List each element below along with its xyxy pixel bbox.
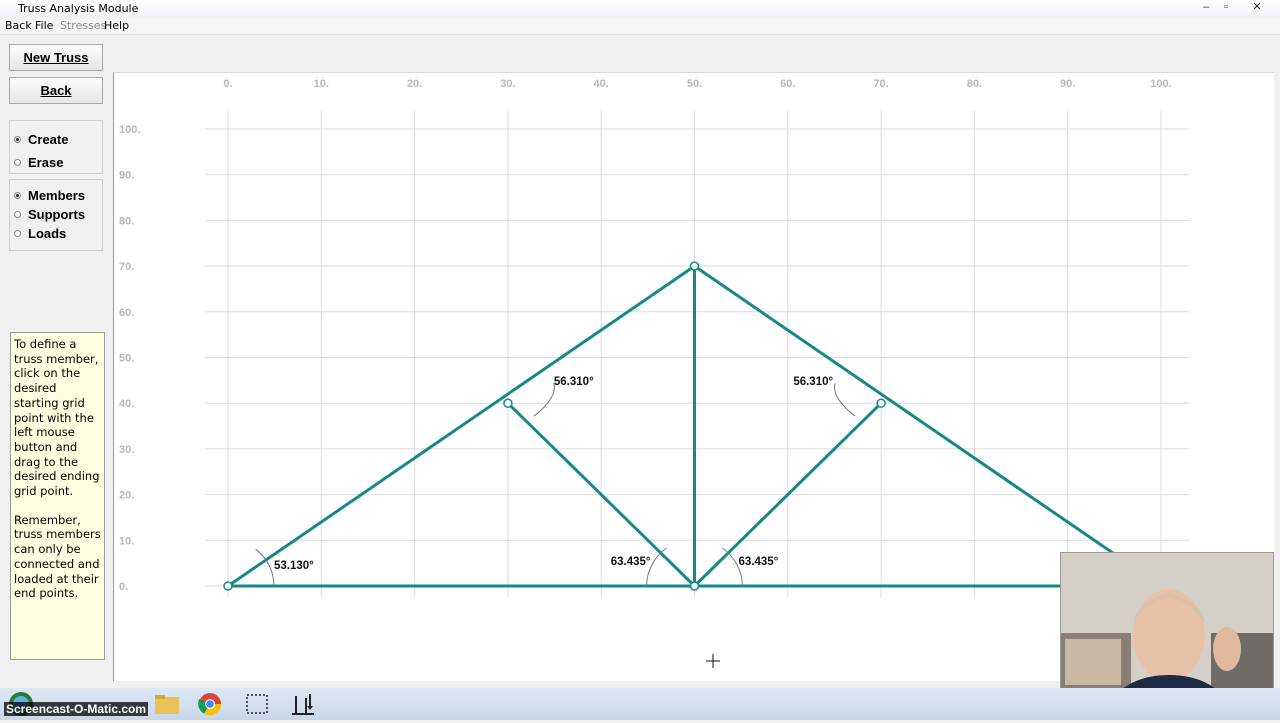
maximize-icon[interactable]: ▫ [1217,1,1235,14]
truss-node [689,261,700,271]
truss-node [223,581,233,591]
y-tick-label: 90. [119,170,134,182]
angle-label: 53.130° [274,560,314,572]
radio-loads[interactable]: Loads [14,225,66,241]
radio-create-label: Create [28,131,69,147]
angle-label: 63.435° [611,556,651,568]
x-tick-label: 60. [780,78,795,90]
menu-stresses[interactable]: Stresses [60,19,106,32]
radio-create[interactable]: Create [14,131,68,147]
screencast-watermark: Screencast-O-Matic.com [4,702,149,716]
radio-supports[interactable]: Supports [14,206,85,222]
truss-node [876,398,886,408]
truss-app-icon[interactable] [286,690,320,718]
angle-arc [834,383,856,417]
radio-selected-icon [14,191,21,199]
menu-back[interactable]: Back [5,19,32,32]
taskbar [0,688,1280,720]
x-tick-label: 30. [500,78,515,90]
radio-erase-label: Erase [28,154,64,170]
x-tick-label: 10. [314,78,329,90]
x-tick-label: 50. [687,78,702,90]
radio-erase[interactable]: Erase [14,154,63,170]
y-tick-label: 60. [119,307,134,319]
x-tick-label: 80. [967,78,982,90]
angle-label: 63.435° [739,556,779,568]
back-button[interactable]: Back [9,77,103,104]
x-tick-label: 100. [1150,78,1171,90]
radio-unselected-icon [14,210,21,218]
minimize-icon[interactable]: – [1197,1,1215,14]
x-tick-label: 0. [223,78,232,90]
y-tick-label: 20. [119,490,134,502]
radio-unselected-icon [14,229,21,237]
chrome-icon[interactable] [193,690,227,718]
snipping-tool-icon[interactable] [240,690,274,718]
crosshair-cursor-icon [706,654,720,668]
element-radio-group: Members Supports Loads [9,179,103,251]
radio-supports-label: Supports [28,206,86,222]
x-tick-label: 70. [873,78,888,90]
y-tick-label: 30. [119,444,134,456]
menu-bar: Back File Stresses Help [0,18,1280,35]
y-tick-label: 10. [119,535,134,547]
close-icon[interactable]: ✕ [1248,1,1266,14]
radio-loads-label: Loads [28,225,67,241]
y-tick-label: 100. [119,124,140,136]
y-tick-label: 50. [119,353,134,365]
x-tick-label: 40. [594,78,609,90]
help-text-box: To define a truss member, click on the d… [10,332,105,660]
new-truss-button[interactable]: New Truss [9,44,103,71]
radio-members[interactable]: Members [14,187,85,203]
mode-radio-group: Create Erase [9,120,103,174]
truss-member [226,264,696,588]
radio-members-label: Members [28,187,86,203]
truss-node [503,398,513,408]
x-tick-label: 20. [407,78,422,90]
y-tick-label: 40. [119,398,134,410]
y-tick-label: 70. [119,261,134,273]
angle-arc [533,383,555,417]
window-title: Truss Analysis Module [18,2,139,15]
title-bar: Truss Analysis Module – ▫ ✕ [0,0,1280,18]
y-tick-label: 0. [119,581,128,593]
truss-member [693,264,1163,588]
menu-help[interactable]: Help [104,19,129,32]
x-tick-label: 90. [1060,78,1075,90]
menu-file[interactable]: File [35,19,53,32]
angle-label: 56.310° [554,376,594,388]
angle-label: 56.310° [793,376,833,388]
y-tick-label: 80. [119,215,134,227]
help-paragraph-2: Remember, truss members can only be conn… [14,512,101,601]
folder-icon[interactable] [150,690,184,718]
radio-selected-icon [14,135,21,143]
help-paragraph-1: To define a truss member, click on the d… [14,337,100,499]
truss-node [689,581,700,591]
radio-unselected-icon [14,158,21,166]
